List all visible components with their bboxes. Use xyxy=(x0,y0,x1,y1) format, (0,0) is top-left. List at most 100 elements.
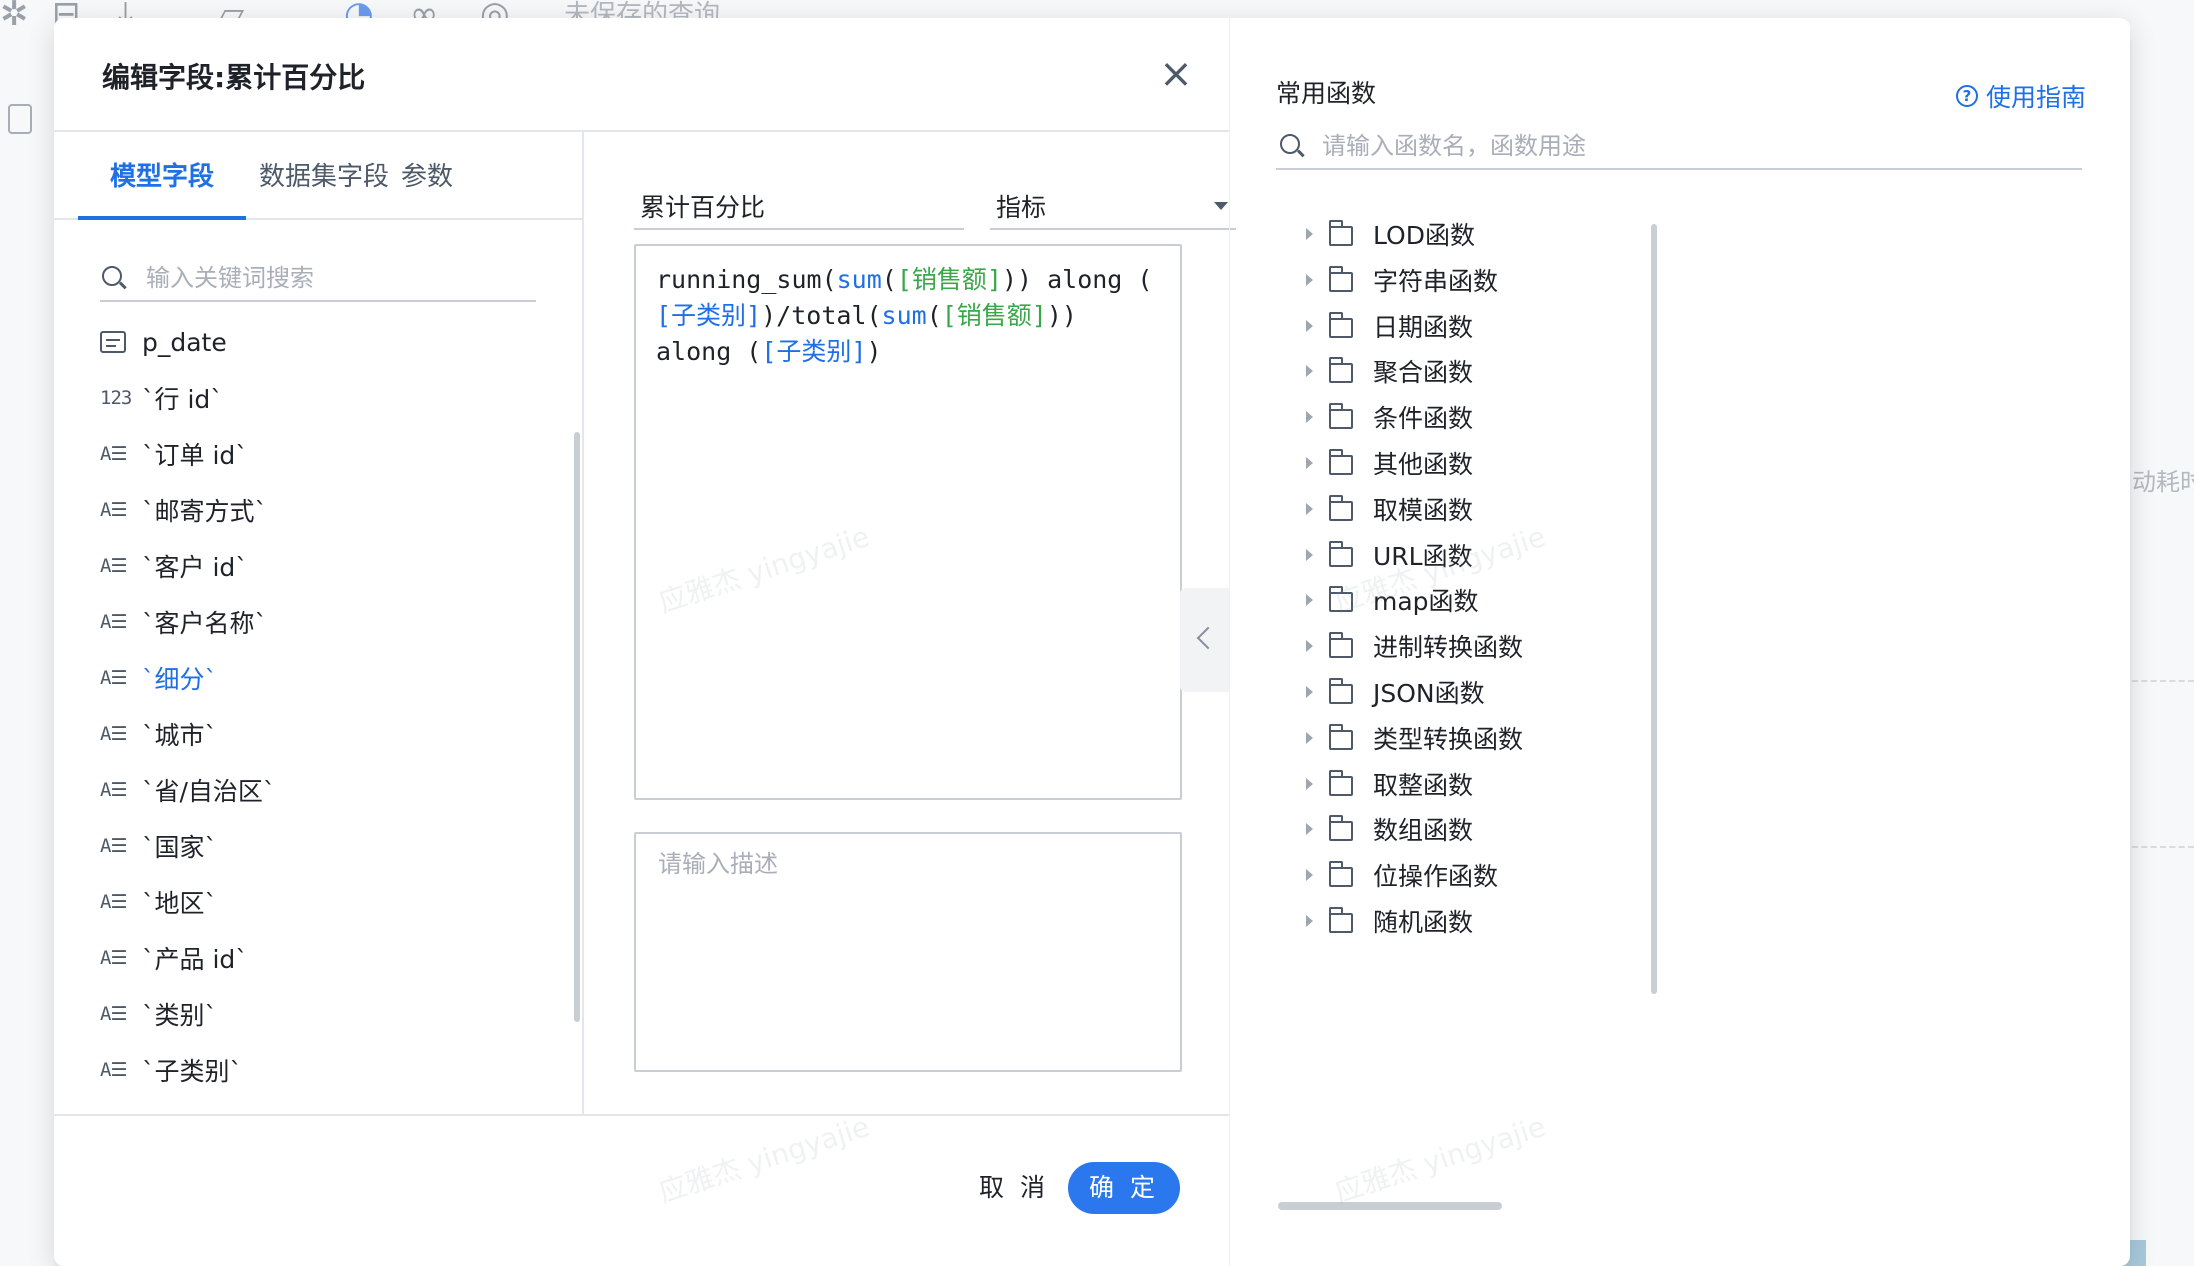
field-item[interactable]: A☰ `邮寄方式` xyxy=(100,490,267,530)
field-label: `城市` xyxy=(142,721,218,750)
text-field-icon: A☰ xyxy=(100,611,127,633)
field-list-scrollbar[interactable] xyxy=(574,432,580,1022)
expand-arrow-icon[interactable] xyxy=(1306,594,1313,607)
field-search-input[interactable] xyxy=(146,260,526,296)
formula-editor[interactable]: running_sum(sum([销售额])) along ( [子类别])/t… xyxy=(634,244,1182,800)
field-name-input[interactable]: 累计百分比 xyxy=(634,178,964,230)
background-divider xyxy=(2132,846,2194,848)
field-label: `订单 id` xyxy=(142,441,248,470)
function-category-item[interactable]: LOD函数 xyxy=(1276,214,1475,254)
field-source-tabs: 模型字段 数据集字段 参数 xyxy=(54,132,584,220)
function-category-item[interactable]: 取模函数 xyxy=(1276,489,1473,529)
text-field-icon: A☰ xyxy=(100,499,127,521)
formula-text-token: ) xyxy=(866,337,882,366)
expand-arrow-icon[interactable] xyxy=(1306,319,1313,332)
function-category-item[interactable]: 其他函数 xyxy=(1276,443,1473,483)
panel-divider xyxy=(1229,18,1230,1266)
expand-arrow-icon[interactable] xyxy=(1306,777,1313,790)
tab-parameters[interactable]: 参数 xyxy=(401,156,453,193)
expand-arrow-icon[interactable] xyxy=(1306,411,1313,424)
function-category-item[interactable]: 字符串函数 xyxy=(1276,260,1498,300)
folder-icon xyxy=(1328,540,1353,567)
confirm-button[interactable]: 确 定 xyxy=(1068,1162,1180,1214)
document-icon[interactable] xyxy=(8,104,32,134)
folder-icon xyxy=(1328,494,1353,521)
field-item[interactable]: A☰ `客户 id` xyxy=(100,546,248,586)
folder-icon xyxy=(1328,907,1353,933)
tab-model-fields[interactable]: 模型字段 xyxy=(110,156,214,193)
expand-arrow-icon[interactable] xyxy=(1306,365,1313,378)
function-category-label: 数组函数 xyxy=(1373,816,1474,846)
field-item[interactable]: A☰ `城市` xyxy=(100,714,217,754)
folder-icon xyxy=(1328,861,1353,888)
field-item[interactable]: A☰ `国家` xyxy=(100,826,217,866)
usage-guide-link[interactable]: ? 使用指南 xyxy=(1956,78,2086,114)
expand-arrow-icon[interactable] xyxy=(1306,686,1313,698)
folder-icon xyxy=(1328,265,1353,292)
function-category-item[interactable]: JSON函数 xyxy=(1276,672,1485,712)
function-category-item[interactable]: 数组函数 xyxy=(1276,809,1473,849)
field-item[interactable]: A☰ `省/自治区` xyxy=(100,770,275,810)
folder-icon xyxy=(1328,403,1353,430)
field-label: `客户 id` xyxy=(142,553,248,582)
function-tree-hscrollbar[interactable] xyxy=(1278,1202,1502,1210)
function-category-label: 取整函数 xyxy=(1373,770,1474,800)
expand-arrow-icon[interactable] xyxy=(1306,823,1313,836)
field-item[interactable]: A☰ `子类别` xyxy=(100,1050,242,1090)
field-item[interactable]: A☰ `产品 id` xyxy=(100,938,248,978)
field-item[interactable]: A☰`产品名称` xyxy=(100,1106,267,1108)
function-category-label: 聚合函数 xyxy=(1373,358,1474,388)
function-category-item[interactable]: 条件函数 xyxy=(1276,397,1473,437)
field-label: p_date xyxy=(142,327,227,357)
function-search-input[interactable] xyxy=(1322,128,2022,164)
function-tree-vscrollbar[interactable] xyxy=(1651,224,1657,994)
text-field-icon: A☰ xyxy=(100,947,127,969)
function-category-item[interactable]: 日期函数 xyxy=(1276,306,1473,346)
function-category-item[interactable]: 类型转换函数 xyxy=(1276,718,1523,758)
field-type-select[interactable]: 指标 xyxy=(990,178,1236,230)
function-category-item[interactable]: 进制转换函数 xyxy=(1276,626,1523,666)
tab-dataset-fields[interactable]: 数据集字段 xyxy=(259,156,389,193)
settings-icon[interactable]: ✲ xyxy=(0,0,29,32)
field-item[interactable]: A☰ `类别` xyxy=(100,994,217,1034)
field-item[interactable]: A☰ `细分` xyxy=(100,658,217,698)
expand-arrow-icon[interactable] xyxy=(1306,502,1313,515)
function-category-item[interactable]: map函数 xyxy=(1276,580,1479,620)
expand-arrow-icon[interactable] xyxy=(1306,640,1313,653)
function-category-label: 取模函数 xyxy=(1373,495,1474,525)
field-item[interactable]: A☰ `客户名称` xyxy=(100,602,267,642)
expand-arrow-icon[interactable] xyxy=(1306,915,1313,927)
field-item[interactable]: p_date xyxy=(100,322,227,362)
field-item[interactable]: A☰ `订单 id` xyxy=(100,434,248,474)
folder-icon xyxy=(1328,632,1353,659)
folder-icon xyxy=(1328,769,1353,796)
field-item[interactable]: A☰ `地区` xyxy=(100,882,217,922)
expand-arrow-icon[interactable] xyxy=(1306,273,1313,286)
expand-arrow-icon[interactable] xyxy=(1306,869,1313,882)
formula-text-token: ( xyxy=(926,301,942,330)
function-category-label: 位操作函数 xyxy=(1373,862,1499,892)
field-item[interactable]: 123 `行 id` xyxy=(100,378,223,418)
close-button[interactable]: × xyxy=(1154,54,1198,98)
expand-arrow-icon[interactable] xyxy=(1306,548,1313,561)
expand-arrow-icon[interactable] xyxy=(1306,731,1313,744)
field-label: `客户名称` xyxy=(142,609,268,638)
function-category-item[interactable]: 随机函数 xyxy=(1276,901,1473,941)
function-category-item[interactable]: URL函数 xyxy=(1276,535,1473,575)
collapse-panel-button[interactable] xyxy=(1180,588,1230,692)
text-field-icon: A☰ xyxy=(100,443,127,465)
field-label: `子类别` xyxy=(142,1057,243,1086)
folder-icon xyxy=(1328,723,1353,750)
function-category-item[interactable]: 位操作函数 xyxy=(1276,855,1498,895)
expand-arrow-icon[interactable] xyxy=(1306,228,1313,240)
cancel-button[interactable]: 取 消 xyxy=(954,1162,1074,1214)
text-field-icon: A☰ xyxy=(100,779,127,801)
formula-field-token: [子类别] xyxy=(656,301,762,330)
expand-arrow-icon[interactable] xyxy=(1306,457,1313,469)
function-category-item[interactable]: 取整函数 xyxy=(1276,764,1473,804)
description-input[interactable] xyxy=(634,832,1182,1072)
text-field-icon: A☰ xyxy=(100,891,127,913)
function-category-item[interactable]: 聚合函数 xyxy=(1276,351,1473,391)
search-icon xyxy=(102,266,122,286)
text-field-icon: A☰ xyxy=(100,667,127,689)
